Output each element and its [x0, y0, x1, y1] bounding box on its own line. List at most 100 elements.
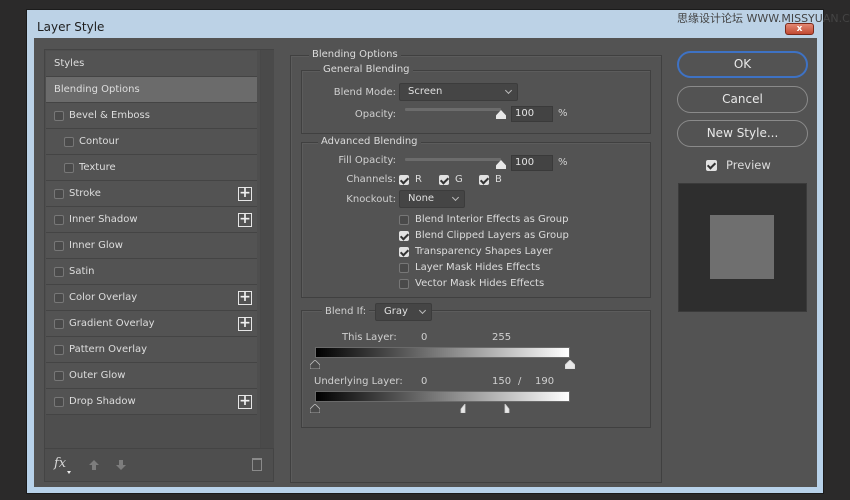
option-vector-mask-hides-effects[interactable]: Vector Mask Hides Effects [399, 278, 544, 289]
style-checkbox[interactable] [64, 136, 74, 147]
this-layer-black-thumb[interactable] [310, 360, 320, 369]
underlying-layer-black-thumb[interactable] [310, 404, 320, 413]
style-checkbox[interactable] [54, 110, 64, 121]
channel-checkbox[interactable] [439, 174, 449, 185]
knockout-value: None [408, 193, 435, 204]
move-up-icon[interactable] [88, 459, 100, 471]
option-checkbox[interactable] [399, 262, 409, 273]
style-checkbox[interactable] [54, 214, 64, 225]
style-item-label: Stroke [69, 188, 101, 199]
preview-toggle[interactable]: Preview [706, 158, 771, 172]
option-checkbox[interactable] [399, 230, 409, 241]
this-layer-gradient-bar [315, 347, 570, 358]
style-item-label: Bevel & Emboss [69, 110, 150, 121]
blend-mode-value: Screen [408, 86, 443, 97]
move-down-icon[interactable] [115, 459, 127, 471]
style-checkbox[interactable] [54, 344, 64, 355]
blend-if-select[interactable]: Gray [375, 303, 432, 321]
opacity-percent-sign: % [558, 108, 568, 119]
style-checkbox[interactable] [54, 188, 64, 199]
add-effect-plus-icon[interactable]: + [238, 394, 252, 409]
fill-opacity-slider[interactable] [405, 158, 501, 161]
general-blending-group: General Blending Blend Mode: Screen Opac… [301, 64, 651, 134]
option-transparency-shapes-layer[interactable]: Transparency Shapes Layer [399, 246, 552, 257]
option-checkbox[interactable] [399, 278, 409, 289]
option-blend-clipped-layers-as-group[interactable]: Blend Clipped Layers as Group [399, 230, 569, 241]
style-item-label: Styles [54, 58, 85, 69]
channel-g-toggle[interactable]: G [439, 174, 463, 185]
blend-mode-label: Blend Mode: [333, 87, 396, 98]
channel-label: B [495, 174, 502, 185]
opacity-input[interactable]: 100 [511, 106, 553, 122]
style-item-stroke[interactable]: Stroke + [46, 181, 257, 207]
style-item-inner-glow[interactable]: Inner Glow [46, 233, 257, 259]
style-checkbox[interactable] [54, 292, 64, 303]
this-layer-white-thumb[interactable] [565, 360, 575, 369]
style-item-pattern-overlay[interactable]: Pattern Overlay [46, 337, 257, 363]
fill-opacity-percent-sign: % [558, 157, 568, 168]
layer-style-dialog: Layer Style 思缘设计论坛 WWW.MISSYUAN.COM x St… [26, 9, 850, 494]
option-checkbox[interactable] [399, 214, 409, 225]
blend-if-label: Blend If: [322, 306, 370, 317]
style-checkbox[interactable] [54, 266, 64, 277]
close-button[interactable]: x [785, 23, 814, 35]
knockout-select[interactable]: None [399, 190, 465, 208]
cancel-button[interactable]: Cancel [677, 86, 808, 113]
add-effect-plus-icon[interactable]: + [238, 316, 252, 331]
add-effect-plus-icon[interactable]: + [238, 290, 252, 305]
fill-opacity-input[interactable]: 100 [511, 155, 553, 171]
dialog-title: Layer Style [37, 20, 105, 34]
fx-menu-icon[interactable]: fx [54, 456, 66, 471]
chevron-down-icon [504, 86, 513, 95]
opacity-label: Opacity: [354, 109, 396, 120]
trash-icon[interactable] [252, 458, 262, 471]
ok-button[interactable]: OK [677, 51, 808, 78]
this-layer-label: This Layer: [342, 332, 397, 343]
fill-opacity-slider-thumb[interactable] [496, 160, 506, 169]
underlying-layer-white-thumb-left[interactable] [460, 404, 470, 413]
style-item-label: Outer Glow [69, 370, 126, 381]
style-item-styles[interactable]: Styles [46, 51, 257, 77]
option-blend-interior-effects-as-group[interactable]: Blend Interior Effects as Group [399, 214, 568, 225]
style-checkbox[interactable] [54, 318, 64, 329]
channels-label: Channels: [346, 174, 396, 185]
option-layer-mask-hides-effects[interactable]: Layer Mask Hides Effects [399, 262, 540, 273]
add-effect-plus-icon[interactable]: + [238, 212, 252, 227]
styles-scrollbar[interactable] [260, 50, 274, 448]
channel-checkbox[interactable] [399, 174, 409, 185]
new-style-button[interactable]: New Style... [677, 120, 808, 147]
style-item-drop-shadow[interactable]: Drop Shadow + [46, 389, 257, 415]
channel-r-toggle[interactable]: R [399, 174, 422, 185]
option-label: Vector Mask Hides Effects [415, 278, 545, 289]
style-checkbox[interactable] [54, 240, 64, 251]
style-item-contour[interactable]: Contour [46, 129, 257, 155]
blend-mode-select[interactable]: Screen [399, 83, 518, 101]
style-checkbox[interactable] [54, 396, 64, 407]
style-item-outer-glow[interactable]: Outer Glow [46, 363, 257, 389]
this-layer-low-value: 0 [421, 332, 428, 343]
watermark: 思缘设计论坛 WWW.MISSYUAN.COM [677, 12, 850, 25]
channel-b-toggle[interactable]: B [479, 174, 502, 185]
channel-label: R [415, 174, 422, 185]
option-label: Blend Clipped Layers as Group [415, 230, 569, 241]
option-checkbox[interactable] [399, 246, 409, 257]
underlying-layer-white-thumb-right[interactable] [500, 404, 510, 413]
style-item-bevel-emboss[interactable]: Bevel & Emboss [46, 103, 257, 129]
add-effect-plus-icon[interactable]: + [238, 186, 252, 201]
style-item-inner-shadow[interactable]: Inner Shadow + [46, 207, 257, 233]
style-item-texture[interactable]: Texture [46, 155, 257, 181]
style-item-color-overlay[interactable]: Color Overlay + [46, 285, 257, 311]
this-layer-high-value: 255 [492, 332, 512, 343]
style-checkbox[interactable] [54, 370, 64, 381]
style-item-gradient-overlay[interactable]: Gradient Overlay + [46, 311, 257, 337]
channel-checkbox[interactable] [479, 174, 489, 185]
preview-checkbox[interactable] [706, 159, 717, 171]
style-checkbox[interactable] [64, 162, 74, 173]
opacity-slider-thumb[interactable] [496, 110, 506, 119]
style-item-label: Contour [79, 136, 119, 147]
style-item-blending-options[interactable]: Blending Options [46, 77, 257, 103]
dialog-client: Styles Blending Options Bevel & Emboss Cont… [34, 38, 817, 487]
fx-caret-icon [67, 471, 71, 474]
style-item-satin[interactable]: Satin [46, 259, 257, 285]
opacity-slider[interactable] [405, 108, 501, 111]
